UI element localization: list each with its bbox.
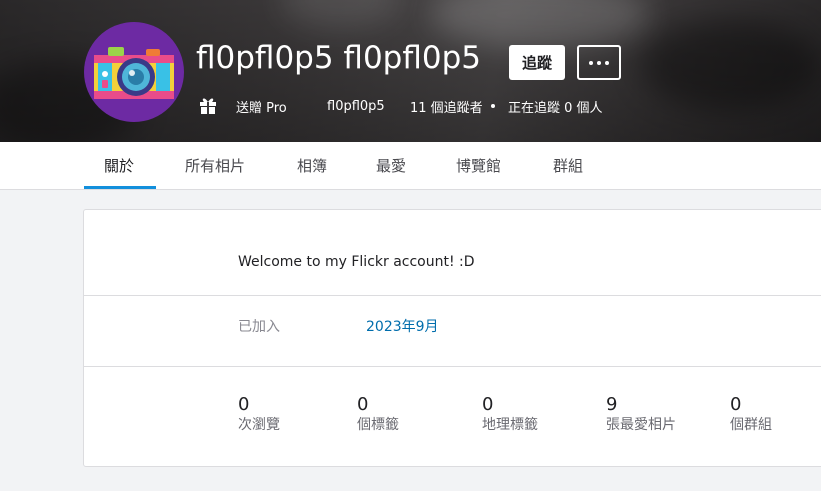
stat-label: 張最愛相片 <box>606 417 676 433</box>
divider <box>84 295 821 296</box>
active-tab-indicator <box>84 186 156 189</box>
tab-albums[interactable]: 相簿 <box>297 142 327 189</box>
stat-value: 0 <box>730 394 742 415</box>
profile-avatar[interactable] <box>84 22 184 122</box>
following-link[interactable]: 正在追蹤 0 個人 <box>508 96 603 116</box>
stat-value: 0 <box>482 394 494 415</box>
follow-button[interactable]: 追蹤 <box>509 45 565 80</box>
stat-label: 次瀏覽 <box>238 417 280 433</box>
stat-label: 地理標籤 <box>482 417 538 433</box>
tab-all-photos[interactable]: 所有相片 <box>185 142 245 189</box>
stat-label: 個標籤 <box>357 417 399 433</box>
stat-favorites[interactable]: 9 張最愛相片 <box>606 395 676 435</box>
camera-avatar-icon <box>94 47 174 99</box>
more-options-button[interactable] <box>577 45 621 80</box>
stat-value: 0 <box>357 394 369 415</box>
joined-label: 已加入 <box>238 319 280 335</box>
tab-galleries[interactable]: 博覽館 <box>456 142 501 189</box>
stat-label: 個群組 <box>730 417 772 433</box>
profile-tab-bar: 關於 所有相片 相簿 最愛 博覽館 群組 <box>0 142 821 190</box>
joined-date: 2023年9月 <box>366 319 439 335</box>
stat-geotags: 0 地理標籤 <box>482 395 538 435</box>
stat-tags: 0 個標籤 <box>357 395 399 435</box>
tab-favorites[interactable]: 最愛 <box>376 142 406 189</box>
profile-handle: fl0pfl0p5 <box>327 98 385 114</box>
profile-description: Welcome to my Flickr account! :D <box>238 254 475 270</box>
stat-value: 0 <box>238 394 250 415</box>
stat-views: 0 次瀏覽 <box>238 395 280 435</box>
tab-groups[interactable]: 群組 <box>553 142 583 189</box>
gift-pro-link[interactable]: 送贈 Pro <box>236 96 287 116</box>
ellipsis-icon <box>589 60 593 65</box>
separator-dot <box>491 104 495 108</box>
profile-username: fl0pfl0p5 fl0pfl0p5 <box>196 40 482 76</box>
tab-about[interactable]: 關於 <box>104 142 134 189</box>
followers-link[interactable]: 11 個追蹤者 <box>410 96 483 116</box>
about-card: Welcome to my Flickr account! :D 已加入 202… <box>83 209 821 467</box>
stat-value: 9 <box>606 394 618 415</box>
divider <box>84 366 821 367</box>
gift-icon <box>200 98 216 114</box>
stat-groups[interactable]: 0 個群組 <box>730 395 772 435</box>
